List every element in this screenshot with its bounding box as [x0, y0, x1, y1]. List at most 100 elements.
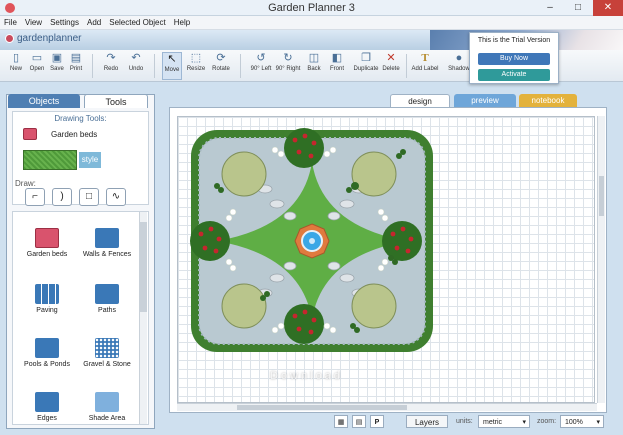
new-button[interactable]: ▯ New — [6, 52, 26, 80]
chevron-down-icon: ▾ — [522, 419, 526, 426]
style-button[interactable]: style — [79, 152, 101, 168]
print-preview-button[interactable]: P — [370, 415, 384, 428]
toolbar-separator — [92, 54, 93, 78]
toolbar-separator — [406, 54, 407, 78]
menu-help[interactable]: Help — [170, 16, 194, 30]
object-paths[interactable]: Paths — [81, 284, 133, 338]
tab-notebook[interactable]: notebook — [519, 94, 577, 107]
trial-popup: This is the Trial Version Buy Now Activa… — [469, 32, 559, 84]
draw-square-corner-button[interactable]: ⌐ — [25, 188, 45, 206]
menu-file[interactable]: File — [0, 16, 21, 30]
folder-icon: ▭ — [31, 52, 43, 64]
maximize-button[interactable]: □ — [564, 0, 592, 16]
curve-icon: ) — [60, 191, 64, 202]
undo-button[interactable]: ↶ Undo — [126, 52, 146, 80]
rectangle-icon: □ — [85, 191, 93, 202]
edges-icon — [35, 392, 59, 412]
menu-add[interactable]: Add — [83, 16, 105, 30]
gravel-icon — [95, 338, 119, 358]
rotate-icon: ⟳ — [216, 52, 226, 64]
fountain — [294, 223, 330, 259]
shade-icon — [95, 392, 119, 412]
selected-tool-label: Garden beds — [51, 130, 98, 139]
grid-view-button[interactable]: ▦ — [334, 415, 348, 428]
delete-icon: ✕ — [386, 52, 396, 64]
toolbar-separator — [154, 54, 155, 78]
rotate-tool-button[interactable]: ⟳ Rotate — [210, 52, 232, 80]
tab-preview[interactable]: preview — [454, 94, 516, 107]
canvas-vertical-scrollbar[interactable] — [597, 116, 605, 403]
resize-tool-button[interactable]: ⬚ Resize — [185, 52, 207, 80]
trial-message: This is the Trial Version — [477, 37, 551, 44]
text-icon: T — [421, 52, 429, 64]
chevron-down-icon: ▾ — [596, 419, 600, 426]
grass-swatch[interactable] — [23, 150, 77, 170]
fence-icon — [95, 228, 119, 248]
bring-front-button[interactable]: ◧ Front — [327, 52, 347, 80]
shadow-icon: ● — [455, 52, 463, 64]
tab-tools[interactable]: Tools — [84, 94, 148, 108]
redo-button[interactable]: ↷ Redo — [102, 52, 120, 80]
menu-settings[interactable]: Settings — [46, 16, 83, 30]
rotate-left-button[interactable]: ↺ 90° Left — [249, 52, 273, 80]
paths-icon — [95, 284, 119, 304]
buy-now-button[interactable]: Buy Now — [478, 53, 550, 65]
add-label-button[interactable]: T Add Label — [411, 52, 439, 80]
garden-bed-icon — [23, 128, 37, 140]
menu-view[interactable]: View — [21, 16, 46, 30]
undo-icon: ↶ — [131, 52, 141, 64]
duplicate-button[interactable]: ❐ Duplicate — [352, 52, 380, 80]
object-gravel-stone[interactable]: Gravel & Stone — [81, 338, 133, 392]
draw-curve-button[interactable]: ) — [52, 188, 72, 206]
table-view-button[interactable]: ▤ — [352, 415, 366, 428]
rotate-left-icon: ↺ — [256, 52, 266, 64]
tab-objects[interactable]: Objects — [8, 94, 80, 108]
close-button[interactable]: ✕ — [593, 0, 623, 16]
object-list-scrollbar[interactable] — [139, 212, 147, 424]
draw-rectangle-button[interactable]: □ — [79, 188, 99, 206]
save-icon: ▣ — [51, 52, 63, 64]
zoom-select[interactable]: 100% ▾ — [560, 415, 604, 428]
object-garden-beds[interactable]: Garden beds — [21, 228, 73, 282]
window-title: Garden Planner 3 — [268, 2, 355, 14]
activate-button[interactable]: Activate — [478, 69, 550, 81]
menu-bar: File View Settings Add Selected Object Help — [0, 16, 623, 30]
shadow-button[interactable]: ● Shadow — [447, 52, 471, 80]
duplicate-icon: ❐ — [361, 52, 371, 64]
save-button[interactable]: ▣ Save — [48, 52, 66, 80]
object-edges[interactable]: Edges — [21, 392, 73, 424]
print-button[interactable]: ▤ Print — [67, 52, 85, 80]
garden-beds-icon — [35, 228, 59, 248]
redo-icon: ↷ — [106, 52, 116, 64]
menu-selected-object[interactable]: Selected Object — [105, 16, 169, 30]
move-tool-button[interactable]: ↖ Move — [162, 52, 182, 80]
object-pools-ponds[interactable]: Pools & Ponds — [21, 338, 73, 392]
horizontal-scroll-thumb[interactable] — [237, 405, 407, 410]
vertical-scroll-thumb[interactable] — [599, 176, 604, 216]
units-select[interactable]: metric ▾ — [478, 415, 530, 428]
watermark-text: Download — [270, 370, 343, 382]
canvas-horizontal-scrollbar[interactable] — [177, 403, 597, 411]
p-icon: P — [374, 419, 380, 426]
tab-design[interactable]: design — [390, 94, 450, 107]
draw-label: Draw: — [15, 179, 36, 188]
rotate-right-button[interactable]: ↻ 90° Right — [275, 52, 301, 80]
draw-freehand-button[interactable]: ∿ — [106, 188, 126, 206]
paving-icon — [35, 284, 59, 304]
corner-icon: ⌐ — [32, 191, 38, 202]
garden-plan[interactable] — [177, 116, 595, 403]
object-walls-fences[interactable]: Walls & Fences — [81, 228, 133, 282]
scroll-thumb[interactable] — [140, 222, 147, 312]
table-icon: ▤ — [355, 419, 363, 426]
toolbar-separator — [240, 54, 241, 78]
object-shade-area[interactable]: Shade Area — [81, 392, 133, 424]
resize-icon: ⬚ — [190, 52, 202, 64]
object-paving[interactable]: Paving — [21, 284, 73, 338]
delete-button[interactable]: ✕ Delete — [381, 52, 401, 80]
layers-button[interactable]: Layers — [406, 415, 448, 428]
send-back-button[interactable]: ◫ Back — [305, 52, 323, 80]
open-button[interactable]: ▭ Open — [27, 52, 47, 80]
minimize-button[interactable]: – — [536, 0, 564, 16]
rotate-right-icon: ↻ — [283, 52, 293, 64]
brand-name: gardenplanner — [17, 33, 82, 44]
